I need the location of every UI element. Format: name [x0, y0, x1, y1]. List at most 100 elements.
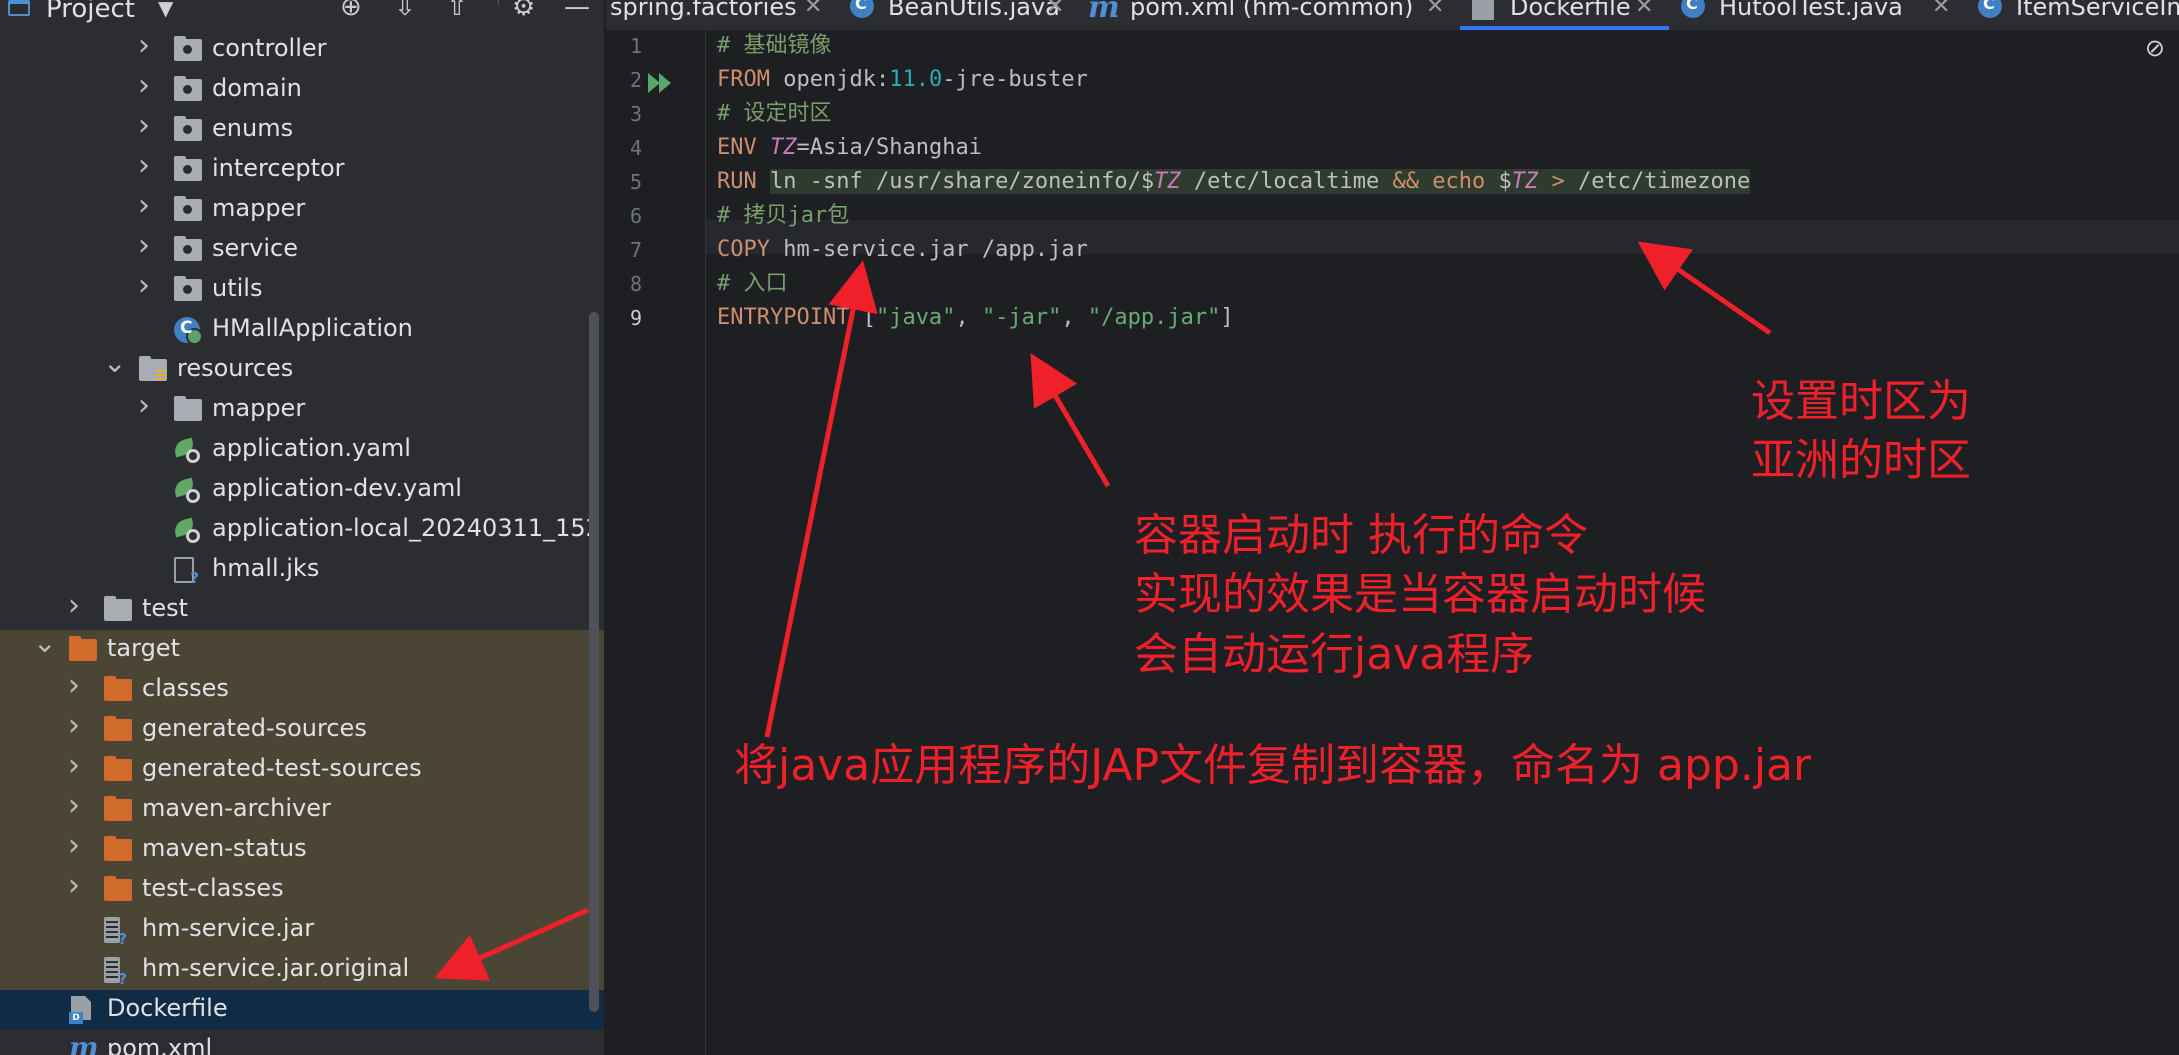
chevron-right-icon[interactable]: ›: [138, 228, 150, 263]
tree-item[interactable]: › generated-test-sources: [0, 748, 605, 790]
tree-item[interactable]: application-dev.yaml: [0, 470, 605, 510]
tab-label: spring.factories: [610, 0, 797, 21]
code-token: # 拷贝jar包: [717, 203, 850, 228]
close-icon[interactable]: ✕: [1932, 0, 1950, 19]
editor-gutter: 1 2 3 4 5 6 7 8 9: [606, 30, 706, 1055]
annotation-entrypoint-line3: 会自动运行java程序: [1134, 628, 1535, 680]
chevron-right-icon[interactable]: ›: [68, 788, 80, 823]
run-icon[interactable]: [648, 73, 678, 93]
code-line[interactable]: RUN ln -snf /usr/share/zoneinfo/$TZ /etc…: [717, 165, 1751, 199]
excluded-folder-icon: [69, 636, 97, 661]
code-line[interactable]: COPY hm-service.jar /app.jar: [717, 233, 1088, 267]
tree-item-label: HMallApplication: [212, 314, 413, 342]
tab-itemserviceim[interactable]: ItemServiceIm: [1966, 0, 2179, 30]
chevron-right-icon[interactable]: ›: [68, 588, 80, 623]
maven-icon: m: [1088, 0, 1120, 25]
tree-item[interactable]: › interceptor: [0, 148, 605, 190]
gear-icon[interactable]: ⚙: [512, 0, 535, 20]
docker-file-icon: [1472, 0, 1494, 20]
project-tree-scrollbar[interactable]: [589, 312, 599, 1012]
tree-item[interactable]: › classes: [0, 668, 605, 710]
tree-item[interactable]: ? hmall.jks: [0, 550, 605, 590]
tree-item[interactable]: HMallApplication: [0, 310, 605, 350]
chevron-right-icon[interactable]: ›: [68, 708, 80, 743]
tree-item-label: generated-test-sources: [142, 754, 422, 782]
close-icon[interactable]: ✕: [1635, 0, 1653, 19]
chevron-right-icon[interactable]: ›: [68, 828, 80, 863]
tree-item[interactable]: application-local_20240311_152: [0, 510, 605, 550]
tree-item[interactable]: D Dockerfile: [0, 990, 605, 1030]
tree-item[interactable]: › maven-archiver: [0, 788, 605, 830]
code-token: "java": [875, 305, 956, 330]
expand-all-icon[interactable]: ⇩: [394, 0, 416, 20]
tab-hutooltest-java[interactable]: HutoolTest.java ✕: [1669, 0, 1966, 30]
code-token: "-jar": [981, 305, 1062, 330]
tree-item[interactable]: › mapper: [0, 188, 605, 230]
code-token: ENTRYPOINT: [717, 305, 850, 330]
tab-dockerfile[interactable]: Dockerfile ✕: [1460, 0, 1669, 30]
tree-item[interactable]: › test-classes: [0, 868, 605, 910]
chevron-right-icon[interactable]: ›: [138, 108, 150, 143]
chevron-right-icon[interactable]: ›: [68, 748, 80, 783]
chevron-down-icon[interactable]: ▼: [158, 0, 173, 20]
chevron-right-icon[interactable]: ›: [68, 668, 80, 703]
chevron-right-icon[interactable]: ›: [138, 268, 150, 303]
tree-item[interactable]: › mapper: [0, 388, 605, 430]
chevron-right-icon[interactable]: ›: [138, 148, 150, 183]
tree-item[interactable]: › controller: [0, 28, 605, 70]
tree-item-label: classes: [142, 674, 229, 702]
tree-item[interactable]: › utils: [0, 268, 605, 310]
tree-item[interactable]: › generated-sources: [0, 708, 605, 750]
code-token: openjdk:: [769, 67, 890, 92]
tree-item[interactable]: ? hm-service.jar.original: [0, 950, 605, 990]
collapse-all-icon[interactable]: ⇧: [446, 0, 468, 20]
code-line[interactable]: # 设定时区: [717, 97, 832, 131]
tree-item-label: hmall.jks: [212, 554, 320, 582]
code-line[interactable]: # 拷贝jar包: [717, 199, 849, 233]
tree-item[interactable]: › maven-status: [0, 828, 605, 870]
tree-item[interactable]: m pom.xml: [0, 1030, 605, 1055]
code-line[interactable]: # 基础镜像: [717, 29, 832, 63]
code-token: >: [1551, 169, 1565, 194]
code-token: ,: [955, 305, 982, 330]
code-line[interactable]: ENV TZ=Asia/Shanghai: [717, 131, 982, 165]
close-icon[interactable]: ✕: [1426, 0, 1444, 19]
code-line[interactable]: FROM openjdk:11.0-jre-buster: [717, 63, 1088, 97]
reader-mode-icon[interactable]: ⊘: [2145, 34, 2165, 62]
folder-icon: [174, 396, 202, 421]
minimize-icon[interactable]: —: [564, 0, 590, 20]
tab-spring-factories[interactable]: spring.factories ✕: [606, 0, 838, 30]
project-panel-title[interactable]: Project: [46, 0, 135, 24]
tree-item-label: test: [142, 594, 189, 622]
chevron-right-icon[interactable]: ›: [138, 28, 150, 63]
code-line[interactable]: ENTRYPOINT ["java", "-jar", "/app.jar"]: [717, 301, 1234, 335]
tree-item[interactable]: › enums: [0, 108, 605, 150]
code-token: RUN: [717, 169, 757, 194]
docker-file-icon: D: [69, 996, 95, 1024]
tree-item-label: pom.xml: [107, 1034, 213, 1055]
tab-pom-xml-hm-common[interactable]: m pom.xml (hm-common) ✕: [1080, 0, 1460, 30]
tree-item-label: resources: [177, 354, 294, 382]
chevron-right-icon[interactable]: ›: [68, 868, 80, 903]
class-icon: [1681, 0, 1705, 18]
chevron-right-icon[interactable]: ›: [138, 68, 150, 103]
tree-item[interactable]: ? hm-service.jar: [0, 910, 605, 950]
tree-item[interactable]: › domain: [0, 68, 605, 110]
chevron-right-icon[interactable]: ›: [138, 388, 150, 423]
tree-item[interactable]: application.yaml: [0, 430, 605, 470]
tree-item[interactable]: › service: [0, 228, 605, 270]
tree-item[interactable]: › test: [0, 588, 605, 630]
close-icon[interactable]: ✕: [804, 0, 822, 19]
tree-item[interactable]: ⌄ target: [0, 626, 605, 670]
tree-item[interactable]: ⌄ resources: [0, 346, 605, 390]
code-line[interactable]: # 入口: [717, 267, 788, 301]
close-icon[interactable]: ✕: [1046, 0, 1064, 19]
chevron-down-icon[interactable]: ⌄: [33, 626, 56, 659]
excluded-folder-icon: [104, 836, 132, 861]
tab-beanutils-java[interactable]: BeanUtils.java✕: [838, 0, 1080, 30]
spring-boot-class-icon: [174, 317, 203, 345]
locate-file-icon[interactable]: ⊕: [340, 0, 362, 20]
chevron-right-icon[interactable]: ›: [138, 188, 150, 223]
code-token: TZ: [1511, 169, 1539, 194]
chevron-down-icon[interactable]: ⌄: [103, 346, 126, 379]
